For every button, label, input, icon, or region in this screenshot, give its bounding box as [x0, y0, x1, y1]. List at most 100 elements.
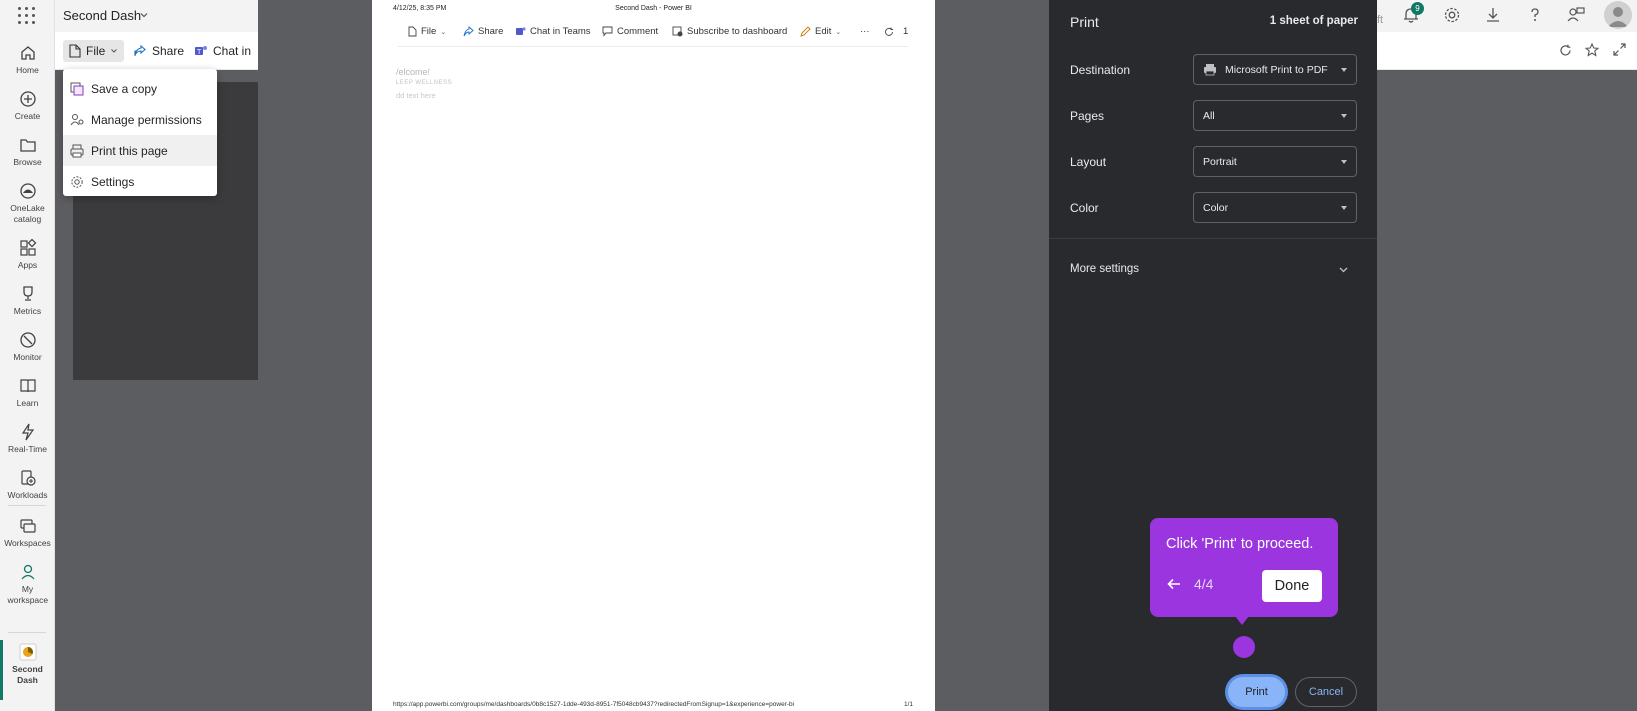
teams-icon: [516, 27, 526, 35]
nav-item-label: Learn: [16, 398, 39, 408]
pages-select[interactable]: All: [1193, 100, 1357, 131]
preview-edit-label: Edit: [815, 26, 832, 37]
dialog-divider: [1049, 238, 1377, 239]
share-button[interactable]: Share: [133, 40, 184, 62]
nav-item-label: OneLake catalog: [10, 203, 45, 224]
destination-value: Microsoft Print to PDF: [1225, 63, 1328, 76]
guide-done-button[interactable]: Done: [1262, 570, 1322, 602]
nav-item-label: Browse: [13, 157, 42, 167]
app-title-bar: Second Dash: [55, 0, 258, 32]
more-settings-toggle[interactable]: More settings: [1070, 263, 1139, 275]
color-select[interactable]: Color: [1193, 192, 1357, 223]
nav-item-label: Workloads: [7, 490, 48, 500]
monitor-icon: [19, 332, 36, 348]
app-title[interactable]: Second Dash: [63, 8, 141, 23]
nav-item-label: Real-Time: [8, 444, 47, 454]
teams-icon: T: [195, 46, 207, 56]
guide-hotspot[interactable]: [1233, 636, 1255, 658]
chat-in-teams-button[interactable]: T Chat in: [194, 40, 251, 62]
menu-item-manage-permissions[interactable]: Manage permissions: [63, 104, 217, 135]
notification-badge: 9: [1411, 2, 1424, 15]
preview-welcome-sub: LEEP WELLNESS: [396, 80, 453, 86]
apps-icon: [19, 239, 36, 256]
download-icon[interactable]: [1484, 6, 1502, 24]
chevron-down-icon[interactable]: [1338, 264, 1349, 275]
preview-edit: Edit ⌄: [800, 26, 841, 37]
feedback-icon[interactable]: [1567, 6, 1585, 24]
layout-value: Portrait: [1203, 155, 1237, 168]
preview-extra-label: 1: [903, 26, 909, 37]
help-icon[interactable]: [1526, 6, 1544, 24]
share-icon: [463, 26, 474, 37]
realtime-icon: [21, 423, 34, 441]
print-dialog-title: Print: [1070, 14, 1099, 30]
home-icon: [20, 46, 35, 60]
chevron-down-icon[interactable]: [139, 10, 149, 20]
print-header-title: Second Dash - Power BI: [615, 5, 692, 12]
nav-item-monitor[interactable]: Monitor: [0, 331, 55, 363]
menu-item-print-page[interactable]: Print this page: [63, 135, 217, 166]
nav-item-realtime[interactable]: Real-Time: [0, 423, 55, 455]
print-preview-page: 4/12/25, 8:35 PM Second Dash - Power BI …: [372, 0, 935, 711]
nav-item-workspaces[interactable]: Workspaces: [0, 517, 55, 549]
share-button-label: Share: [152, 44, 185, 58]
print-icon: [70, 144, 84, 157]
nav-item-label: Monitor: [13, 352, 42, 362]
destination-select[interactable]: Microsoft Print to PDF: [1193, 54, 1357, 85]
workspaces-icon: [19, 519, 36, 533]
gear-icon[interactable]: [1443, 6, 1461, 24]
print-footer-page: 1/1: [904, 701, 914, 708]
nav-item-learn[interactable]: Learn: [0, 377, 55, 409]
nav-item-home[interactable]: Home: [0, 44, 55, 76]
nav-item-create[interactable]: Create: [0, 90, 55, 122]
nav-item-my-workspace[interactable]: My workspace: [0, 563, 55, 606]
expand-icon[interactable]: [1613, 43, 1626, 56]
chevron-down-icon: [111, 49, 118, 53]
preview-share-label: Share: [478, 26, 504, 37]
preview-file-label: File: [421, 26, 437, 37]
menu-item-save-copy[interactable]: Save a copy: [63, 73, 217, 104]
menu-item-label: Manage permissions: [91, 112, 202, 127]
nav-divider: [8, 505, 46, 506]
menu-item-label: Print this page: [91, 143, 168, 158]
chevron-down-icon: ⌄: [440, 28, 447, 36]
menu-item-settings[interactable]: Settings: [63, 166, 217, 197]
print-footer-url: https://app.powerbi.com/groups/me/dashbo…: [393, 701, 795, 708]
refresh-icon[interactable]: [1559, 44, 1572, 57]
share-icon: [134, 44, 146, 56]
nav-item-metrics[interactable]: Metrics: [0, 285, 55, 317]
file-button[interactable]: File: [63, 40, 125, 62]
nav-item-apps[interactable]: Apps: [0, 239, 55, 271]
nav-item-onelake[interactable]: OneLake catalog: [0, 182, 55, 225]
sheet-count: 1 sheet of paper: [1269, 15, 1358, 27]
dropdown-caret-icon: [1341, 160, 1347, 164]
dropdown-caret-icon: [1341, 68, 1347, 72]
print-button[interactable]: Print: [1228, 677, 1285, 707]
nav-item-workloads[interactable]: Workloads: [0, 469, 55, 501]
star-icon[interactable]: [1585, 43, 1599, 57]
layout-label: Layout: [1070, 155, 1107, 169]
settings-icon: [71, 175, 83, 188]
chat-button-label: Chat in: [213, 44, 252, 58]
avatar[interactable]: [1604, 1, 1632, 29]
browser-address-area: [1377, 32, 1637, 70]
back-arrow-icon[interactable]: [1166, 576, 1182, 592]
file-button-label: File: [86, 44, 106, 58]
guide-tooltip: Click 'Print' to proceed. 4/4 Done: [1150, 518, 1338, 617]
nav-item-label: My workspace: [7, 584, 49, 605]
comment-icon: [602, 26, 613, 37]
app-launcher-icon[interactable]: [18, 7, 36, 25]
cancel-button[interactable]: Cancel: [1295, 677, 1357, 707]
nav-item-browse[interactable]: Browse: [0, 136, 55, 168]
preview-divider: [398, 46, 908, 47]
more-icon: ···: [860, 26, 870, 37]
svg-text:T: T: [197, 49, 202, 56]
pages-value: All: [1203, 109, 1215, 122]
file-icon: [69, 44, 81, 58]
nav-item-label: Workspaces: [4, 538, 51, 548]
nav-item-second-dash[interactable]: Second Dash: [0, 643, 55, 686]
right-canvas: [1377, 70, 1637, 711]
layout-select[interactable]: Portrait: [1193, 146, 1357, 177]
guide-step-counter: 4/4: [1194, 576, 1214, 592]
refresh-icon: [885, 27, 893, 36]
